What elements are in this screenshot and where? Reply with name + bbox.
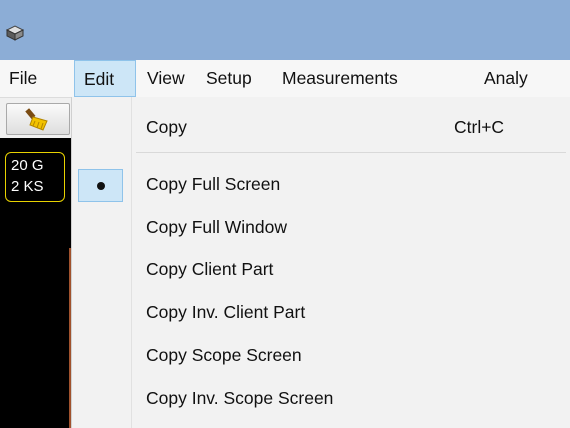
menu-item-copy-full-window[interactable]: Copy Full Window	[72, 210, 570, 244]
sample-rate-value: 2 KS	[11, 178, 44, 195]
menu-item-label: Copy Scope Screen	[146, 345, 302, 365]
left-panel: 20 G 2 KS	[0, 98, 74, 428]
timebase-value: 20 G	[11, 157, 44, 174]
broom-icon	[25, 108, 48, 131]
menu-item-label: Copy Inv. Client Part	[146, 302, 306, 322]
menu-item-copy-inv-scope-screen[interactable]: Copy Inv. Scope Screen	[72, 381, 570, 415]
clear-toolbar-button[interactable]	[6, 103, 70, 135]
menu-item-copy-full-screen[interactable]: Copy Full Screen	[72, 167, 570, 202]
menu-item-label: Copy Inv. Scope Screen	[146, 388, 334, 408]
edit-menu-dropdown: Copy Ctrl+C Copy Full Screen Copy Full W…	[72, 97, 570, 428]
checked-indicator	[78, 169, 123, 202]
menu-item-copy[interactable]: Copy Ctrl+C	[72, 110, 570, 144]
menu-setup[interactable]: Setup	[206, 60, 252, 97]
menu-bar: File Edit View Setup Measurements Analy	[0, 60, 570, 98]
menu-item-label: Copy Client Part	[146, 259, 274, 279]
menu-file[interactable]: File	[9, 60, 37, 97]
menu-view[interactable]: View	[147, 60, 185, 97]
menu-item-label: Copy	[146, 117, 187, 137]
menu-item-copy-client-part[interactable]: Copy Client Part	[72, 252, 570, 286]
menu-item-copy-scope-screen[interactable]: Copy Scope Screen	[72, 338, 570, 372]
title-bar	[0, 0, 570, 60]
shortcut-label: Ctrl+C	[454, 117, 505, 137]
menu-item-label: Copy Full Window	[146, 217, 288, 237]
menu-item-label: Copy Full Screen	[146, 174, 281, 194]
oscilloscope-app-icon[interactable]	[5, 24, 25, 42]
menu-item-copy-inv-client-part[interactable]: Copy Inv. Client Part	[72, 295, 570, 329]
scope-display[interactable]: 20 G 2 KS	[0, 138, 74, 428]
menu-analysis[interactable]: Analy	[484, 60, 528, 97]
menu-measurements[interactable]: Measurements	[282, 60, 398, 97]
channel-info-box[interactable]: 20 G 2 KS	[5, 152, 65, 202]
menu-edit[interactable]: Edit	[74, 60, 136, 97]
menu-separator	[136, 152, 566, 153]
radio-dot-icon	[97, 182, 105, 190]
